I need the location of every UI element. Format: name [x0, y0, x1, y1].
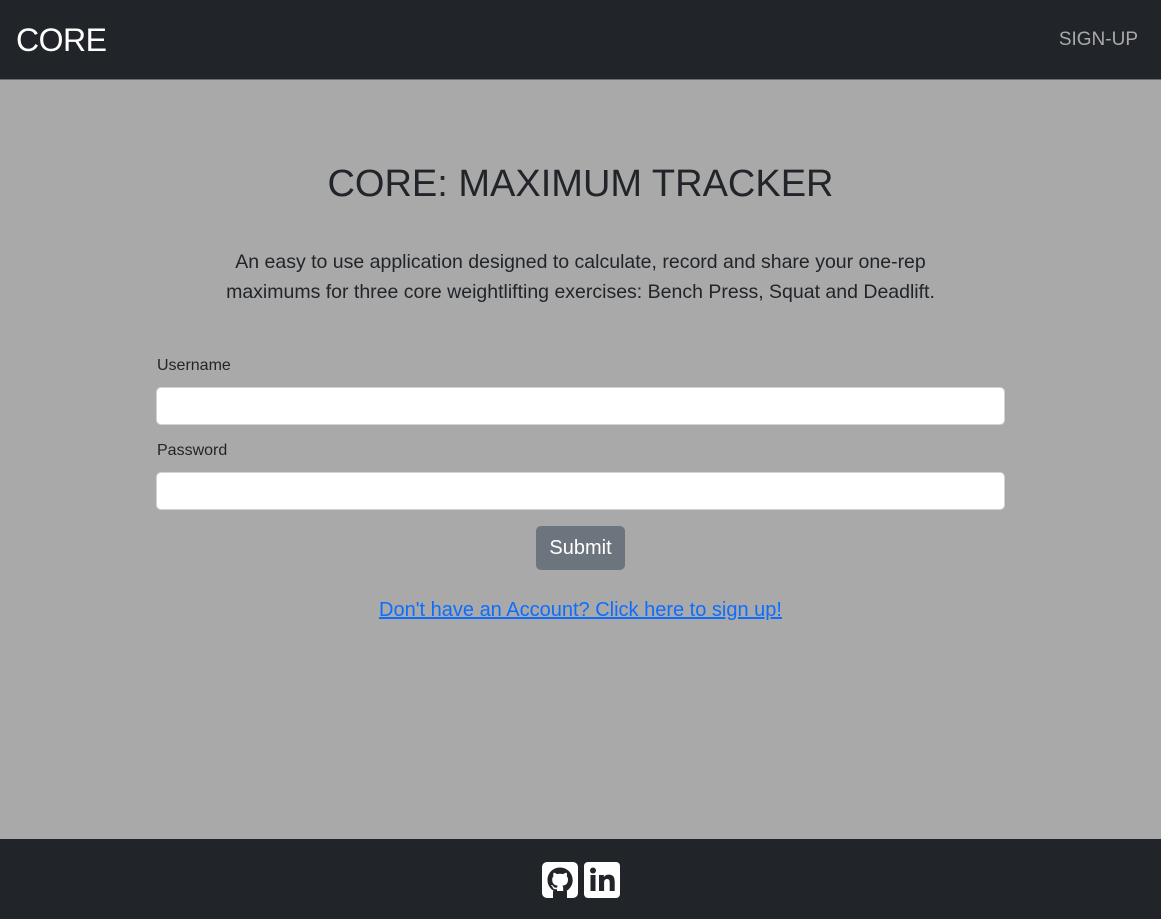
social-links	[542, 862, 620, 898]
signup-nav-link[interactable]: SIGN-UP	[1059, 29, 1138, 51]
submit-wrap: Submit	[156, 526, 1005, 570]
password-input[interactable]	[156, 472, 1005, 510]
password-label: Password	[157, 442, 228, 459]
description-line-2: maximums for three core weightlifting ex…	[226, 281, 935, 303]
footer	[0, 839, 1161, 919]
page-description: An easy to use application designed to c…	[200, 247, 961, 307]
signup-link[interactable]: Don't have an Account? Click here to sig…	[379, 599, 782, 621]
linkedin-icon[interactable]	[584, 862, 620, 898]
description-line-1: An easy to use application designed to c…	[235, 251, 926, 273]
page-title: CORE: MAXIMUM TRACKER	[327, 163, 834, 205]
login-form: Username Password Submit	[156, 354, 1005, 570]
brand-logo[interactable]: CORE	[16, 20, 107, 60]
github-icon[interactable]	[542, 862, 578, 898]
navbar: CORE SIGN-UP	[0, 0, 1161, 80]
main-content: CORE: MAXIMUM TRACKER An easy to use app…	[0, 80, 1161, 839]
submit-button[interactable]: Submit	[536, 526, 625, 570]
signup-prompt: Don't have an Account? Click here to sig…	[0, 597, 1161, 623]
username-label: Username	[157, 357, 231, 374]
username-input[interactable]	[156, 387, 1005, 425]
